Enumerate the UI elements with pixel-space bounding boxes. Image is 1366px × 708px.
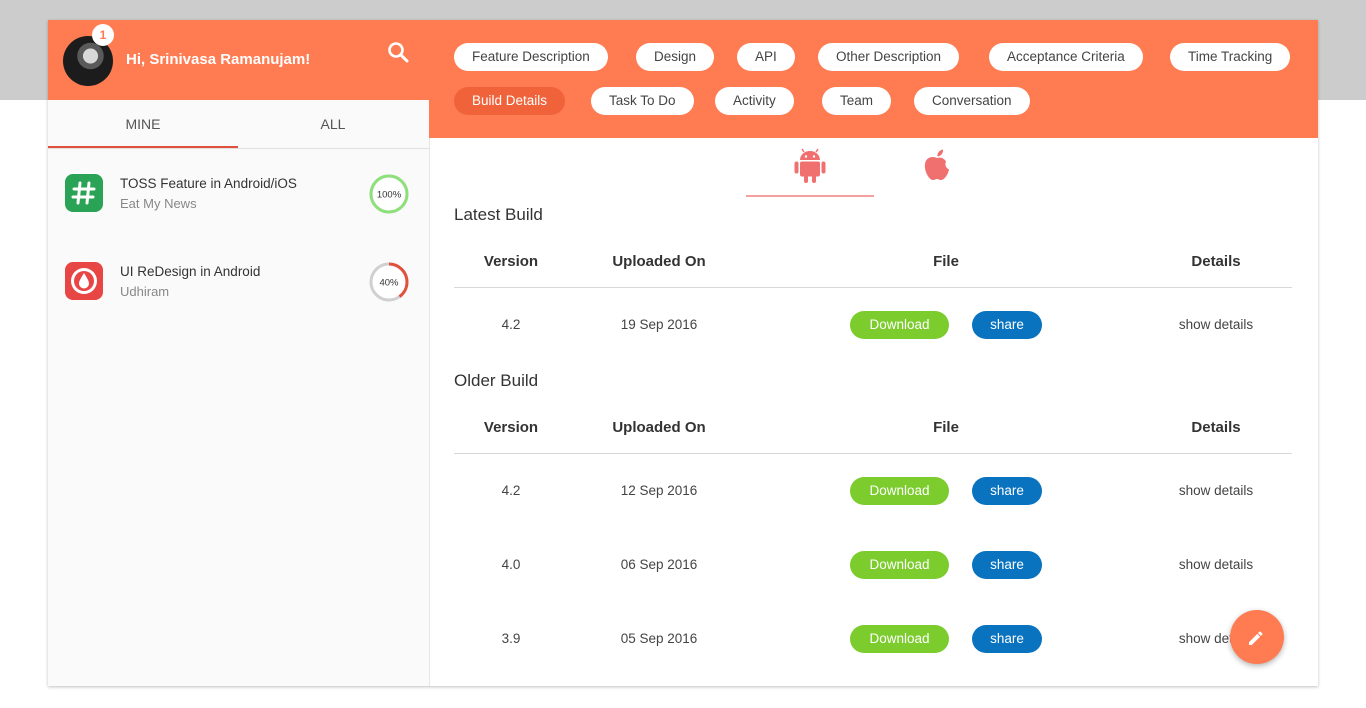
divider xyxy=(454,287,1292,288)
date-cell: 05 Sep 2016 xyxy=(620,631,698,646)
tab-android[interactable] xyxy=(746,145,874,197)
date-cell: 06 Sep 2016 xyxy=(620,557,698,572)
latest-build-heading: Latest Build xyxy=(454,205,543,224)
col-header-details: Details xyxy=(1191,419,1241,436)
col-header-details: Details xyxy=(1191,253,1241,270)
tab-conversation[interactable]: Conversation xyxy=(914,87,1030,115)
download-button[interactable]: Download xyxy=(850,551,949,579)
blood-drop-app-icon xyxy=(65,262,103,300)
project-subtitle: Udhiram xyxy=(120,284,170,299)
show-details-link[interactable]: show details xyxy=(1156,557,1276,572)
older-build-heading: Older Build xyxy=(454,371,539,390)
tab-feature-description[interactable]: Feature Description xyxy=(454,43,608,71)
notification-badge: 1 xyxy=(92,24,114,46)
project-subtitle: Eat My News xyxy=(120,196,197,211)
share-button[interactable]: share xyxy=(972,625,1042,653)
detail-tabs-header: Feature Description Design API Other Des… xyxy=(429,20,1318,138)
search-icon[interactable] xyxy=(386,40,410,64)
tab-mine[interactable]: MINE xyxy=(48,100,238,148)
col-header-version: Version xyxy=(483,419,539,436)
pencil-icon xyxy=(1249,631,1263,645)
tab-all[interactable]: ALL xyxy=(238,100,428,148)
progress-label: 100% xyxy=(377,190,402,201)
divider xyxy=(454,453,1292,454)
tab-acceptance-criteria[interactable]: Acceptance Criteria xyxy=(989,43,1143,71)
sidebar: 1 Hi, Srinivasa Ramanujam! MINE ALL TOSS… xyxy=(48,20,430,686)
progress-label: 40% xyxy=(379,278,399,289)
tab-other-description[interactable]: Other Description xyxy=(818,43,960,71)
tab-time-tracking[interactable]: Time Tracking xyxy=(1170,43,1291,71)
version-cell: 4.2 xyxy=(501,483,521,498)
share-button[interactable]: share xyxy=(972,311,1042,339)
tab-activity[interactable]: Activity xyxy=(715,87,794,115)
edit-fab-button[interactable] xyxy=(1230,610,1284,664)
download-button[interactable]: Download xyxy=(850,477,949,505)
col-header-file: File xyxy=(933,419,959,436)
project-item[interactable]: UI ReDesign in Android Udhiram 40% xyxy=(48,248,429,320)
progress-ring: 100% xyxy=(368,173,410,215)
hashtag-app-icon xyxy=(65,174,103,212)
show-details-link[interactable]: show details xyxy=(1156,317,1276,332)
download-button[interactable]: Download xyxy=(850,311,949,339)
tab-apple[interactable] xyxy=(874,145,1002,195)
project-title: TOSS Feature in Android/iOS xyxy=(120,176,297,191)
version-cell: 4.2 xyxy=(501,317,521,332)
share-button[interactable]: share xyxy=(972,551,1042,579)
date-cell: 19 Sep 2016 xyxy=(620,317,698,332)
project-title: UI ReDesign in Android xyxy=(120,264,261,279)
col-header-file: File xyxy=(933,253,959,270)
show-details-link[interactable]: show details xyxy=(1156,483,1276,498)
col-header-version: Version xyxy=(483,253,539,270)
apple-icon xyxy=(924,149,949,180)
tab-api[interactable]: API xyxy=(737,43,795,71)
tab-task-to-do[interactable]: Task To Do xyxy=(591,87,694,115)
tab-design[interactable]: Design xyxy=(636,43,715,71)
android-icon xyxy=(794,148,826,183)
version-cell: 4.0 xyxy=(501,557,521,572)
app-card: 1 Hi, Srinivasa Ramanujam! MINE ALL TOSS… xyxy=(48,20,1318,686)
download-button[interactable]: Download xyxy=(850,625,949,653)
col-header-uploaded: Uploaded On xyxy=(612,253,706,270)
tab-build-details[interactable]: Build Details xyxy=(454,87,566,115)
date-cell: 12 Sep 2016 xyxy=(620,483,698,498)
progress-ring: 40% xyxy=(368,261,410,303)
col-header-uploaded: Uploaded On xyxy=(612,419,706,436)
share-button[interactable]: share xyxy=(972,477,1042,505)
version-cell: 3.9 xyxy=(501,631,521,646)
project-item[interactable]: TOSS Feature in Android/iOS Eat My News … xyxy=(48,160,429,232)
project-filter-tabs: MINE ALL xyxy=(48,100,429,149)
tab-team[interactable]: Team xyxy=(822,87,892,115)
user-greeting: Hi, Srinivasa Ramanujam! xyxy=(126,51,311,68)
sidebar-header: 1 Hi, Srinivasa Ramanujam! xyxy=(48,20,429,100)
